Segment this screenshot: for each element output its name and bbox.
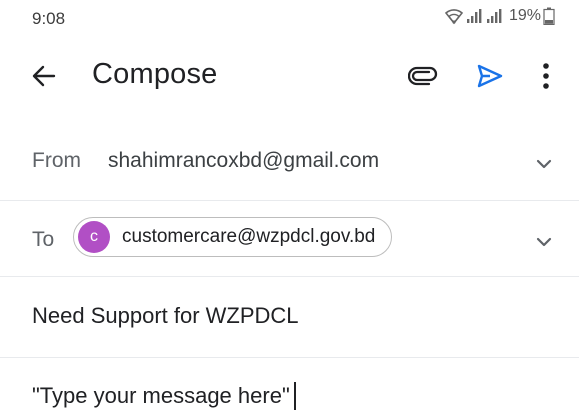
compose-screen: 9:08 19% Compose From shahimrancoxbd@gma… (0, 0, 579, 417)
to-label: To (32, 228, 55, 251)
to-row[interactable]: To c customercare@wzpdcl.gov.bd (0, 201, 579, 277)
avatar: c (78, 221, 110, 253)
recipient-email: customercare@wzpdcl.gov.bd (122, 226, 376, 247)
battery-percentage: 19% (508, 7, 541, 24)
from-row[interactable]: From shahimrancoxbd@gmail.com (0, 130, 579, 201)
wifi-icon (444, 7, 464, 25)
message-body-text: "Type your message here" (32, 383, 290, 408)
signal-icon (486, 8, 504, 24)
send-icon[interactable] (476, 62, 504, 90)
chevron-down-icon[interactable] (532, 152, 556, 176)
body-field[interactable]: "Type your message here" (0, 358, 579, 417)
back-arrow-icon[interactable] (30, 62, 58, 90)
recipient-chip[interactable]: c customercare@wzpdcl.gov.bd (73, 217, 393, 257)
app-bar: Compose (0, 44, 579, 108)
page-title: Compose (92, 58, 218, 90)
subject-input[interactable]: Need Support for WZPDCL (32, 303, 299, 329)
from-account[interactable]: shahimrancoxbd@gmail.com (108, 149, 379, 173)
attachment-icon[interactable] (407, 63, 438, 89)
subject-field[interactable]: Need Support for WZPDCL (0, 277, 579, 358)
message-body-input[interactable]: "Type your message here" (32, 382, 296, 410)
status-icons: 19% (444, 7, 555, 25)
signal-icon (466, 8, 484, 24)
from-label: From (32, 149, 81, 172)
text-cursor (293, 382, 296, 410)
more-vert-icon[interactable] (540, 61, 552, 91)
status-time: 9:08 (32, 9, 66, 28)
status-bar: 9:08 19% (0, 0, 579, 36)
battery-icon (543, 7, 555, 25)
chevron-down-icon[interactable] (532, 230, 556, 254)
